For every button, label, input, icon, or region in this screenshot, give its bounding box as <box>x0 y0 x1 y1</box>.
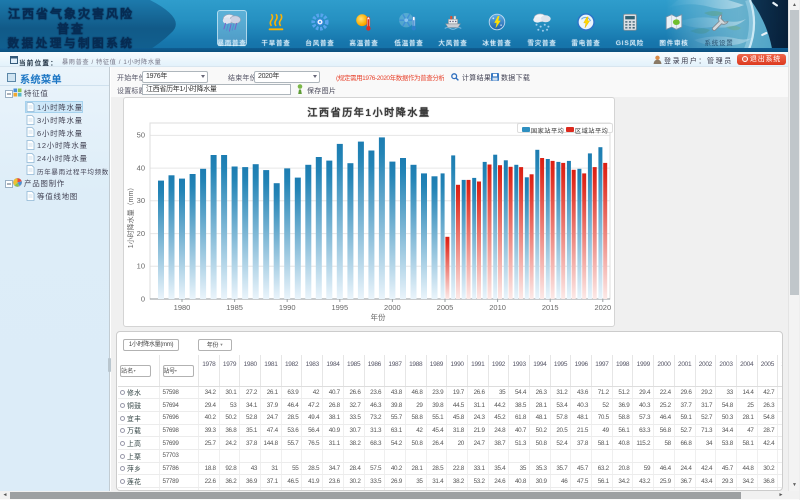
svg-text:1985: 1985 <box>226 303 243 312</box>
svg-text:1990: 1990 <box>279 303 296 312</box>
svg-text:50: 50 <box>137 131 145 140</box>
svg-text:2000: 2000 <box>384 303 401 312</box>
svg-text:1995: 1995 <box>331 303 348 312</box>
svg-text:0: 0 <box>141 294 145 303</box>
svg-text:10: 10 <box>137 262 145 271</box>
svg-text:40: 40 <box>137 163 145 172</box>
svg-text:2020: 2020 <box>594 303 611 312</box>
svg-text:1980: 1980 <box>174 303 191 312</box>
svg-text:20: 20 <box>137 229 145 238</box>
svg-text:2015: 2015 <box>542 303 559 312</box>
svg-text:1小时降水量（mm）: 1小时降水量（mm） <box>126 184 135 249</box>
svg-text:2005: 2005 <box>437 303 454 312</box>
svg-text:年份: 年份 <box>371 312 386 322</box>
svg-text:30: 30 <box>137 196 145 205</box>
svg-text:2010: 2010 <box>489 303 506 312</box>
